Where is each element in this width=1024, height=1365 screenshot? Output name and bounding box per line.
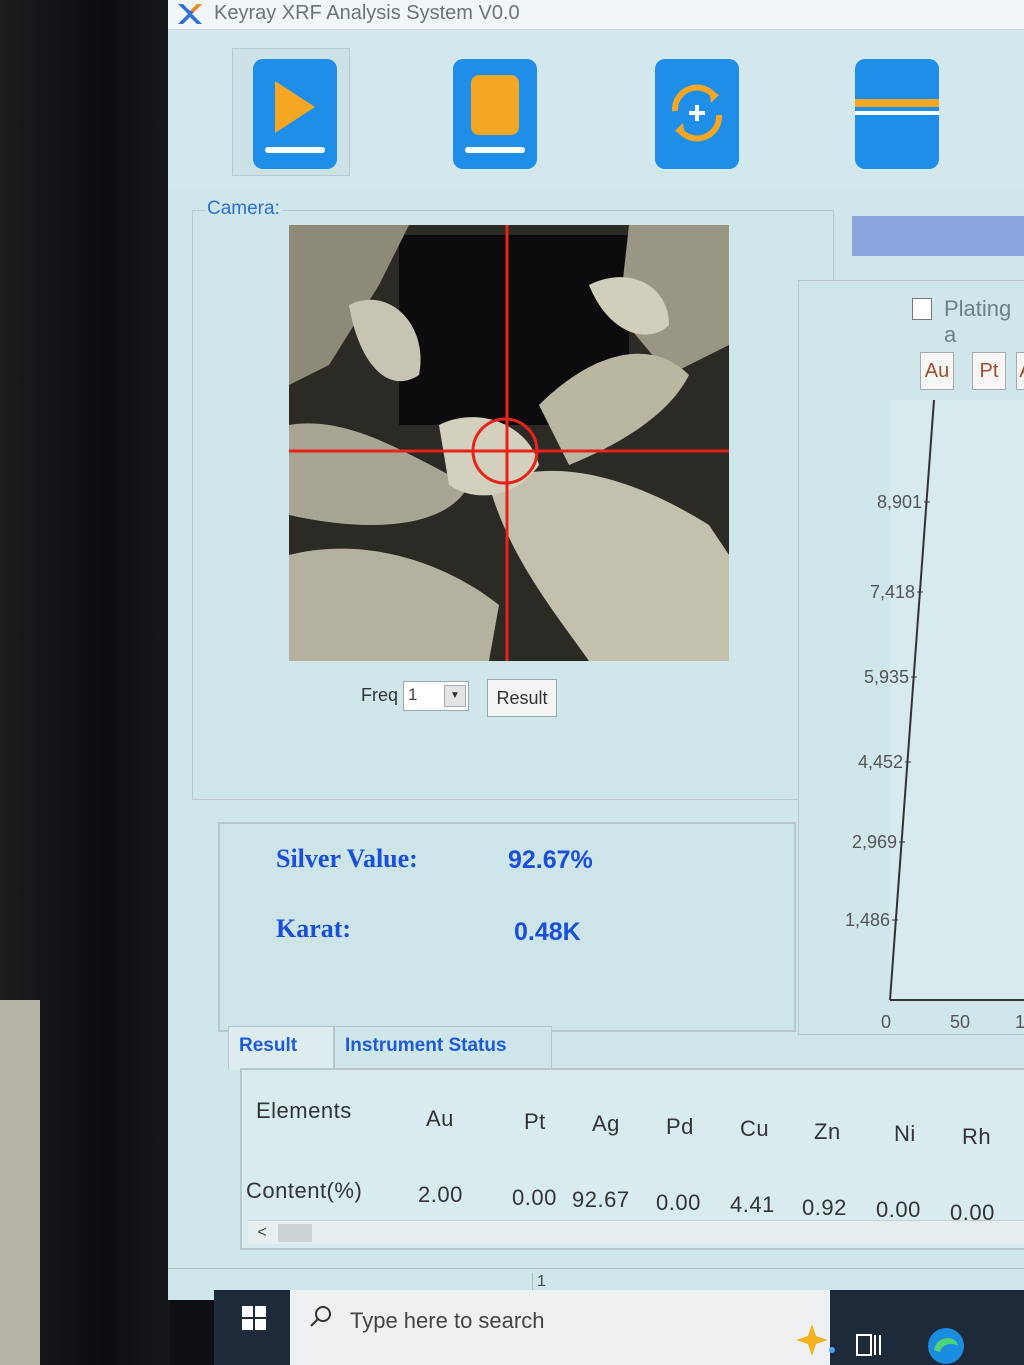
tab-result[interactable]: Result <box>228 1026 334 1070</box>
x-tick-label: 0 <box>881 1012 891 1032</box>
monitor-bezel-edge <box>0 1000 40 1365</box>
x-tick-label: 1 <box>1015 1012 1024 1032</box>
y-tick-label: 5,935 <box>864 667 909 687</box>
content-row-label: Content(%) <box>246 1178 363 1203</box>
element-header-pt: Pt <box>524 1108 546 1134</box>
y-tick-label: 1,486 <box>845 910 890 930</box>
y-tick-label: 4,452 <box>858 752 903 772</box>
element-value-pd: 0.00 <box>656 1189 701 1215</box>
y-tick-label: 7,418 <box>870 582 915 602</box>
element-header-au: Au <box>426 1106 454 1131</box>
sparkle-icon <box>796 1324 835 1356</box>
chevron-left-icon[interactable]: < <box>250 1221 274 1245</box>
element-value-au: 2.00 <box>418 1182 463 1207</box>
taskbar: Type here to search <box>214 1290 1024 1365</box>
element-header-zn: Zn <box>814 1118 841 1144</box>
element-value-pt: 0.00 <box>512 1184 557 1210</box>
horizontal-scrollbar[interactable]: < <box>248 1220 1024 1244</box>
elements-header: Elements <box>256 1098 352 1123</box>
windows-start-icon[interactable] <box>234 1298 274 1338</box>
element-value-zn: 0.92 <box>802 1194 847 1220</box>
element-header-pd: Pd <box>666 1113 694 1139</box>
element-header-ag: Ag <box>592 1111 620 1136</box>
element-header-rh: Rh <box>962 1123 992 1149</box>
element-header-cu: Cu <box>740 1116 770 1141</box>
taskbar-search[interactable]: Type here to search <box>290 1290 835 1365</box>
element-value-cu: 4.41 <box>730 1192 775 1217</box>
app-window: Keyray XRF Analysis System V0.0 Camera: … <box>168 0 1024 1300</box>
tab-instrument-status[interactable]: Instrument Status <box>334 1026 552 1070</box>
edge-browser-icon[interactable] <box>926 1326 966 1365</box>
results-table: Elements Content(%) Au Pt Ag Pd Cu Zn Ni Rh 2.0… <box>240 1068 1024 1250</box>
search-placeholder: Type here to search <box>350 1308 545 1333</box>
scrollbar-thumb[interactable] <box>278 1224 312 1242</box>
task-view-icon[interactable] <box>854 1330 884 1360</box>
element-header-ni: Ni <box>894 1121 916 1146</box>
spectrum-chart: 8,901 7,418 5,935 4,452 2,969 1,486 0 50 1 <box>845 399 1024 1032</box>
y-tick-label: 8,901 <box>877 492 922 512</box>
search-icon <box>310 1306 331 1327</box>
element-value-ag: 92.67 <box>572 1187 630 1212</box>
x-tick-label: 50 <box>950 1012 970 1032</box>
y-tick-label: 2,969 <box>852 832 897 852</box>
